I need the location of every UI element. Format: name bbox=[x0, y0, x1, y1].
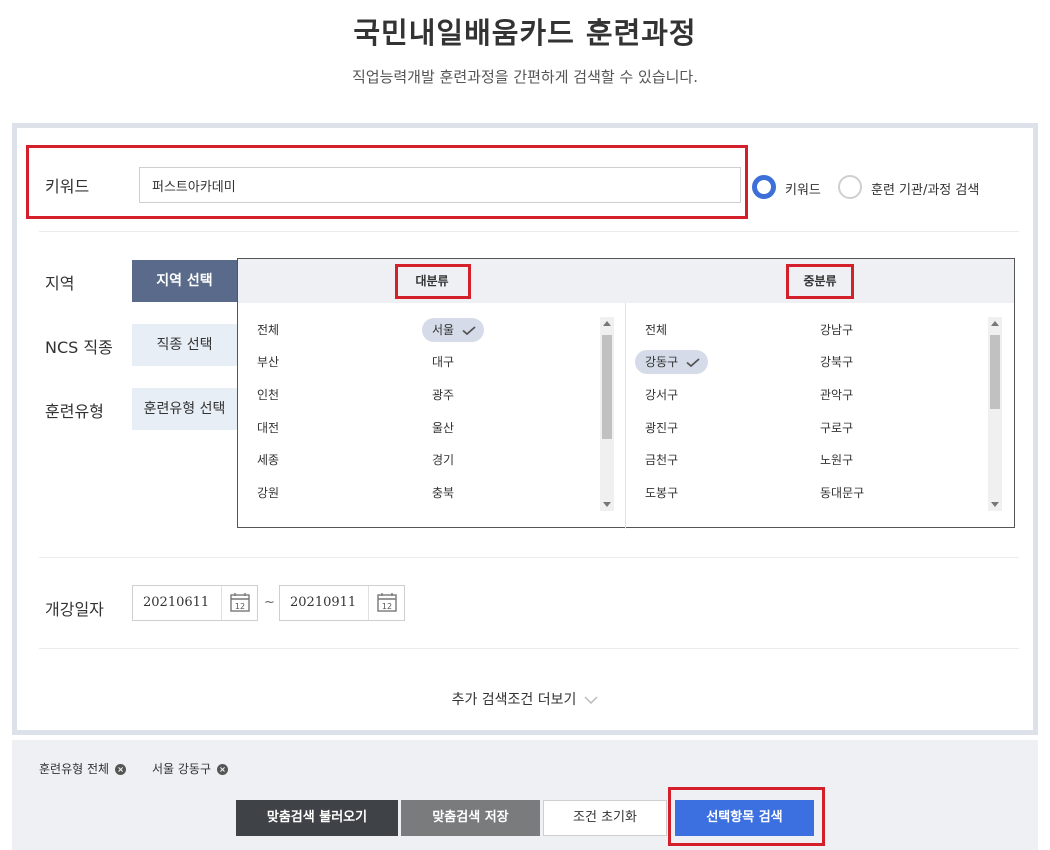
selected-tag-region[interactable]: 서울 강동구 × bbox=[152, 760, 229, 777]
calendar-icon: 12 bbox=[230, 593, 250, 612]
ncs-select-button[interactable]: 직종 선택 bbox=[132, 324, 237, 366]
divider bbox=[39, 231, 1019, 232]
close-icon[interactable]: × bbox=[115, 764, 127, 775]
keyword-input[interactable] bbox=[139, 167, 741, 203]
major-list-scrollbar[interactable] bbox=[600, 317, 614, 511]
radio-keyword-label[interactable]: 키워드 bbox=[785, 179, 821, 198]
training-type-label: 훈련유형 bbox=[45, 402, 104, 421]
scrollbar-thumb[interactable] bbox=[602, 335, 612, 439]
load-saved-search-button[interactable]: 맞춤검색 불러오기 bbox=[236, 800, 398, 836]
minor-item-guro[interactable]: 구로구 bbox=[820, 416, 853, 440]
start-calendar-button[interactable]: 12 bbox=[221, 586, 257, 620]
major-item-ulsan[interactable]: 울산 bbox=[432, 416, 454, 440]
major-header-highlight bbox=[395, 264, 471, 299]
minor-item-all[interactable]: 전체 bbox=[645, 318, 667, 342]
training-type-select-button[interactable]: 훈련유형 선택 bbox=[132, 388, 237, 430]
region-select-button[interactable]: 지역 선택 bbox=[132, 260, 237, 302]
minor-item-nowon[interactable]: 노원구 bbox=[820, 448, 853, 472]
close-icon[interactable]: × bbox=[217, 764, 229, 775]
column-separator bbox=[625, 303, 626, 529]
scroll-down-icon[interactable] bbox=[603, 502, 611, 507]
chevron-down-icon bbox=[584, 696, 598, 704]
major-item-sejong[interactable]: 세종 bbox=[257, 448, 279, 472]
ncs-label: NCS 직종 bbox=[45, 338, 113, 357]
divider bbox=[39, 648, 1019, 649]
date-separator: ~ bbox=[264, 595, 275, 610]
minor-item-gwanak[interactable]: 관악구 bbox=[820, 383, 853, 407]
more-conditions-toggle[interactable]: 추가 검색조건 더보기 bbox=[17, 689, 1033, 709]
save-search-button[interactable]: 맞춤검색 저장 bbox=[401, 800, 540, 836]
check-icon bbox=[462, 326, 476, 335]
tag-label: 훈련유형 전체 bbox=[39, 762, 110, 776]
tag-label: 서울 강동구 bbox=[152, 762, 212, 776]
major-item-daejeon[interactable]: 대전 bbox=[257, 416, 279, 440]
selected-tag-training-type[interactable]: 훈련유형 전체 × bbox=[39, 760, 127, 777]
major-item-gwangju[interactable]: 광주 bbox=[432, 383, 454, 407]
minor-list-scrollbar[interactable] bbox=[988, 317, 1002, 511]
major-item-incheon[interactable]: 인천 bbox=[257, 383, 279, 407]
major-item-gyeonggi[interactable]: 경기 bbox=[432, 448, 454, 472]
minor-header-highlight bbox=[786, 264, 854, 299]
keyword-label: 키워드 bbox=[45, 177, 90, 196]
end-date-value: 20210911 bbox=[290, 595, 357, 610]
minor-item-dobong[interactable]: 도봉구 bbox=[645, 481, 678, 505]
radio-institution-label[interactable]: 훈련 기관/과정 검색 bbox=[871, 179, 979, 198]
calendar-day: 12 bbox=[382, 602, 392, 611]
major-item-gangwon[interactable]: 강원 bbox=[257, 481, 279, 505]
region-selector: 대분류 중분류 전체 서울 부산 대구 인천 광주 대전 울산 세종 경기 강원… bbox=[237, 258, 1015, 529]
major-item-chungbuk[interactable]: 충북 bbox=[432, 481, 454, 505]
minor-item-gwangjin[interactable]: 광진구 bbox=[645, 416, 678, 440]
minor-item-gangseo[interactable]: 강서구 bbox=[645, 383, 678, 407]
page-subtitle: 직업능력개발 훈련과정을 간편하게 검색할 수 있습니다. bbox=[351, 68, 698, 86]
major-item-seoul-label: 서울 bbox=[432, 323, 455, 337]
major-item-all[interactable]: 전체 bbox=[257, 318, 279, 342]
scrollbar-thumb[interactable] bbox=[990, 335, 1000, 409]
check-icon bbox=[686, 358, 700, 367]
end-date-input[interactable]: 20210911 12 bbox=[279, 585, 405, 621]
region-label: 지역 bbox=[45, 274, 75, 293]
radio-institution[interactable] bbox=[838, 175, 862, 199]
search-button-highlight bbox=[668, 787, 825, 846]
minor-item-gangdong-label: 강동구 bbox=[645, 355, 679, 369]
minor-item-dongdaemun[interactable]: 동대문구 bbox=[820, 481, 864, 505]
divider bbox=[39, 557, 1019, 558]
radio-keyword[interactable] bbox=[752, 175, 776, 199]
scroll-down-icon[interactable] bbox=[991, 502, 999, 507]
major-item-seoul-selected[interactable]: 서울 bbox=[422, 318, 484, 342]
minor-item-gangdong-selected[interactable]: 강동구 bbox=[635, 350, 708, 374]
scroll-up-icon[interactable] bbox=[603, 321, 611, 326]
more-conditions-label: 추가 검색조건 더보기 bbox=[451, 692, 577, 708]
start-date-value: 20210611 bbox=[143, 595, 210, 610]
minor-item-gangbuk[interactable]: 강북구 bbox=[820, 350, 853, 374]
end-calendar-button[interactable]: 12 bbox=[368, 586, 404, 620]
major-item-daegu[interactable]: 대구 bbox=[432, 350, 454, 374]
start-date-label: 개강일자 bbox=[45, 600, 104, 619]
scroll-up-icon[interactable] bbox=[991, 321, 999, 326]
minor-item-geumcheon[interactable]: 금천구 bbox=[645, 448, 678, 472]
search-panel: 키워드 키워드 훈련 기관/과정 검색 지역 NCS 직종 훈련유형 지역 선택… bbox=[12, 123, 1038, 735]
major-item-busan[interactable]: 부산 bbox=[257, 350, 279, 374]
start-date-input[interactable]: 20210611 12 bbox=[132, 585, 258, 621]
minor-item-gangnam[interactable]: 강남구 bbox=[820, 318, 853, 342]
calendar-day: 12 bbox=[235, 602, 245, 611]
calendar-icon: 12 bbox=[377, 593, 397, 612]
page-title: 국민내일배움카드 훈련과정 bbox=[353, 16, 697, 50]
reset-conditions-button[interactable]: 조건 초기화 bbox=[543, 800, 667, 836]
